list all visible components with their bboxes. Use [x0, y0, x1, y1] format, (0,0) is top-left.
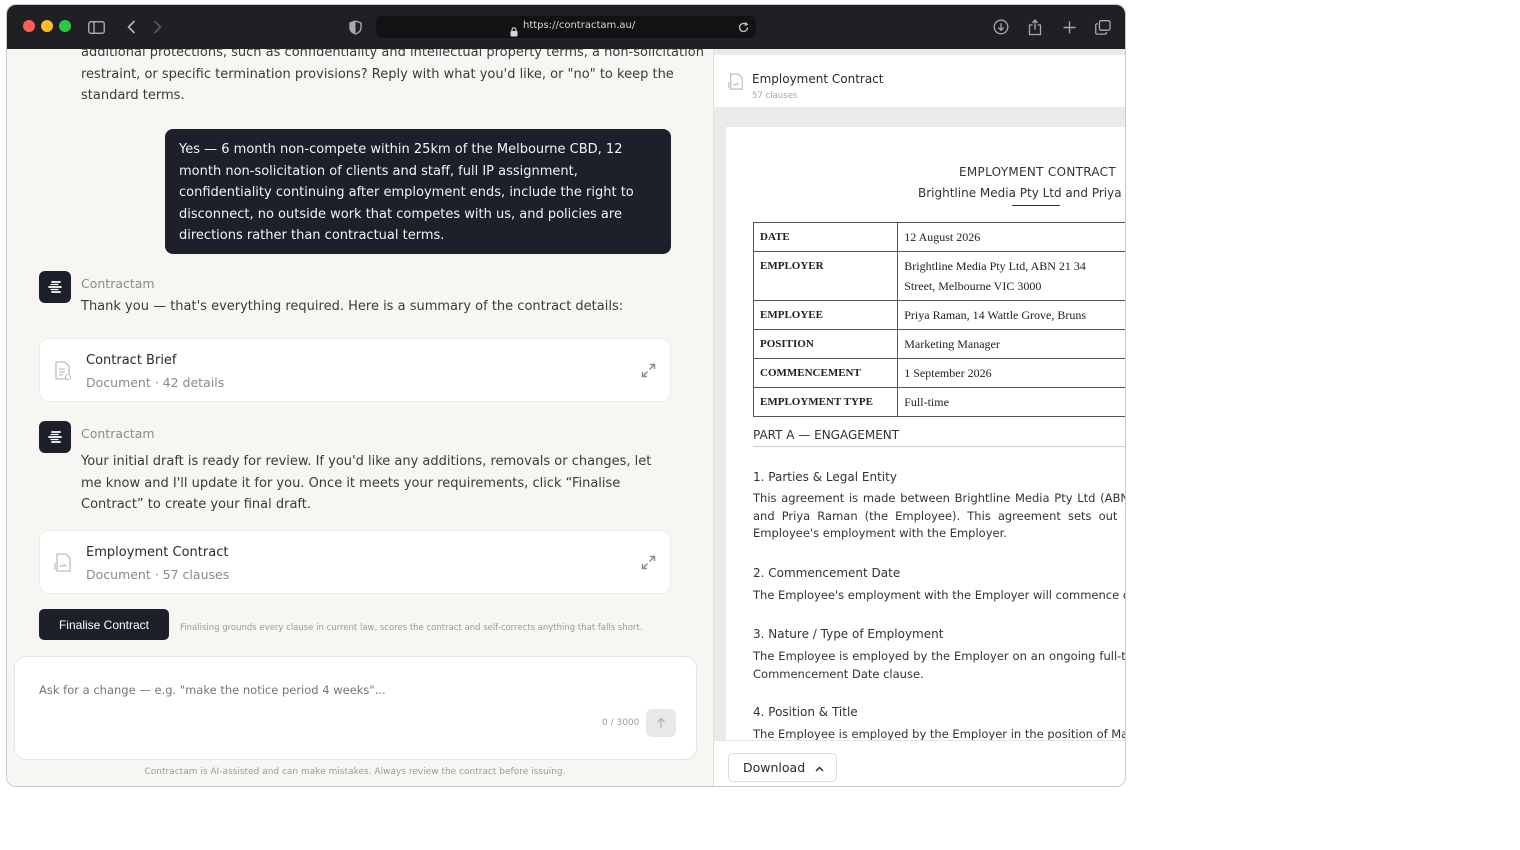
- clause-count: 57 clauses: [752, 91, 798, 101]
- finalise-note: Finalising grounds every clause in curre…: [180, 623, 643, 633]
- clause-text: The Employee is employed by the Employer…: [753, 649, 1126, 681]
- expand-icon[interactable]: [641, 555, 656, 574]
- contract-parties: Brightline Media Pty Ltd and Priya Ra: [918, 186, 1126, 200]
- detail-value: Priya Raman, 14 Wattle Grove, Bruns: [897, 300, 1125, 330]
- forward-arrow-icon[interactable]: [147, 17, 167, 37]
- url-text: https://contractam.au/: [523, 20, 636, 31]
- assistant-avatar: [39, 421, 71, 453]
- new-tab-icon[interactable]: [1059, 17, 1079, 37]
- assistant-reply-draft: Your initial draft is ready for review. …: [81, 454, 652, 512]
- sidebar-toggle-icon[interactable]: [86, 17, 106, 37]
- table-row: EMPLOYEE Priya Raman, 14 Wattle Grove, B…: [752, 300, 1125, 330]
- detail-value-line: Street, Melbourne VIC 3000: [904, 279, 1042, 293]
- detail-value: Marketing Manager: [897, 329, 1125, 359]
- change-request-input[interactable]: [39, 683, 599, 697]
- clause-heading: 2. Commencement Date: [753, 566, 901, 580]
- close-window-button[interactable]: [23, 20, 35, 32]
- document-footer: Download: [714, 740, 1125, 786]
- heading-rule: [1012, 205, 1060, 206]
- table-row: EMPLOYER Brightline Media Pty Ltd, ABN 2…: [752, 251, 1125, 301]
- contract-details-table: DATE 12 August 2026 EMPLOYER Brightline …: [752, 222, 1125, 417]
- document-page: EMPLOYMENT CONTRACT Brightline Media Pty…: [726, 127, 1126, 747]
- address-bar[interactable]: https://contractam.au/: [376, 16, 756, 38]
- assistant-avatar: [39, 271, 71, 303]
- document-icon: [54, 361, 72, 385]
- assistant-name: Contractam: [81, 276, 155, 291]
- message-line: standard terms.: [81, 88, 185, 103]
- part-rule: [753, 446, 1125, 447]
- assistant-name: Contractam: [81, 426, 155, 441]
- clause-heading: 4. Position & Title: [753, 705, 858, 719]
- card-subtitle: Document · 57 clauses: [86, 567, 230, 582]
- detail-key: EMPLOYER: [752, 251, 899, 301]
- message-composer[interactable]: 0 / 3000: [14, 656, 697, 760]
- minimize-window-button[interactable]: [41, 20, 53, 32]
- document-preview-pane: Employment Contract 57 clauses EMPLOYMEN…: [713, 49, 1126, 786]
- detail-value: Full-time: [897, 387, 1125, 417]
- clause-heading: 3. Nature / Type of Employment: [753, 627, 944, 641]
- share-icon[interactable]: [1025, 17, 1045, 37]
- arrow-up-icon: [657, 717, 665, 728]
- message-line: restraint, or specific termination provi…: [81, 66, 674, 82]
- card-title: Employment Contract: [86, 545, 229, 560]
- contract-heading: EMPLOYMENT CONTRACT: [959, 165, 1116, 179]
- document-header: Employment Contract 57 clauses: [714, 55, 1125, 107]
- card-subtitle: Document · 42 details: [86, 375, 225, 390]
- table-row: POSITION Marketing Manager: [752, 329, 1125, 359]
- detail-key: DATE: [752, 222, 899, 252]
- ai-disclaimer: Contractam is AI-assisted and can make m…: [144, 767, 566, 777]
- document-title: Employment Contract: [752, 72, 884, 86]
- reload-icon[interactable]: [737, 19, 750, 38]
- detail-value: Brightline Media Pty Ltd, ABN 21 34 Stree…: [897, 251, 1125, 301]
- clause-text: The Employee's employment with the Emplo…: [753, 588, 1126, 602]
- assistant-reply-summary: Thank you — that's everything required. …: [81, 299, 624, 314]
- chevron-up-icon: [815, 760, 824, 775]
- expand-icon[interactable]: [641, 363, 656, 382]
- detail-value: 1 September 2026: [897, 358, 1125, 388]
- detail-key: COMMENCEMENT: [752, 358, 899, 388]
- table-row: COMMENCEMENT 1 September 2026: [752, 358, 1125, 388]
- contract-brief-card[interactable]: Contract Brief Document · 42 details: [39, 338, 671, 402]
- browser-titlebar: https://contractam.au/: [7, 5, 1125, 49]
- download-button[interactable]: Download: [728, 753, 837, 782]
- browser-window: https://contractam.au/ additional protec…: [6, 4, 1126, 787]
- user-message-bubble: Yes — 6 month non-compete within 25km of…: [165, 129, 671, 254]
- contract-document-icon: [54, 553, 72, 577]
- downloads-icon[interactable]: [991, 17, 1011, 37]
- back-arrow-icon[interactable]: [121, 17, 141, 37]
- clause-heading: 1. Parties & Legal Entity: [753, 470, 897, 484]
- detail-key: EMPLOYMENT TYPE: [752, 387, 899, 417]
- clause-text: This agreement is made between Brightlin…: [753, 491, 1126, 540]
- zoom-window-button[interactable]: [59, 20, 71, 32]
- detail-value-line: Brightline Media Pty Ltd, ABN 21 34: [904, 259, 1086, 273]
- message-line: additional protections, such as confiden…: [81, 49, 704, 60]
- table-row: EMPLOYMENT TYPE Full-time: [752, 387, 1125, 417]
- employment-contract-card[interactable]: Employment Contract Document · 57 clause…: [39, 530, 671, 594]
- previous-assistant-message: additional protections, such as confiden…: [81, 49, 704, 107]
- lock-icon: [510, 22, 518, 41]
- contract-document-icon: [728, 73, 744, 95]
- part-heading: PART A — ENGAGEMENT: [753, 428, 900, 442]
- download-label: Download: [743, 760, 806, 775]
- card-title: Contract Brief: [86, 353, 177, 368]
- tab-overview-icon[interactable]: [1093, 17, 1113, 37]
- detail-value: 12 August 2026: [897, 222, 1125, 252]
- table-row: DATE 12 August 2026: [752, 222, 1125, 252]
- detail-key: EMPLOYEE: [752, 300, 899, 330]
- finalise-contract-button[interactable]: Finalise Contract: [39, 609, 169, 640]
- detail-key: POSITION: [752, 329, 899, 359]
- character-counter: 0 / 3000: [602, 718, 640, 728]
- privacy-shield-icon[interactable]: [345, 17, 365, 37]
- chat-pane: additional protections, such as confiden…: [7, 49, 713, 786]
- send-button[interactable]: [646, 709, 676, 737]
